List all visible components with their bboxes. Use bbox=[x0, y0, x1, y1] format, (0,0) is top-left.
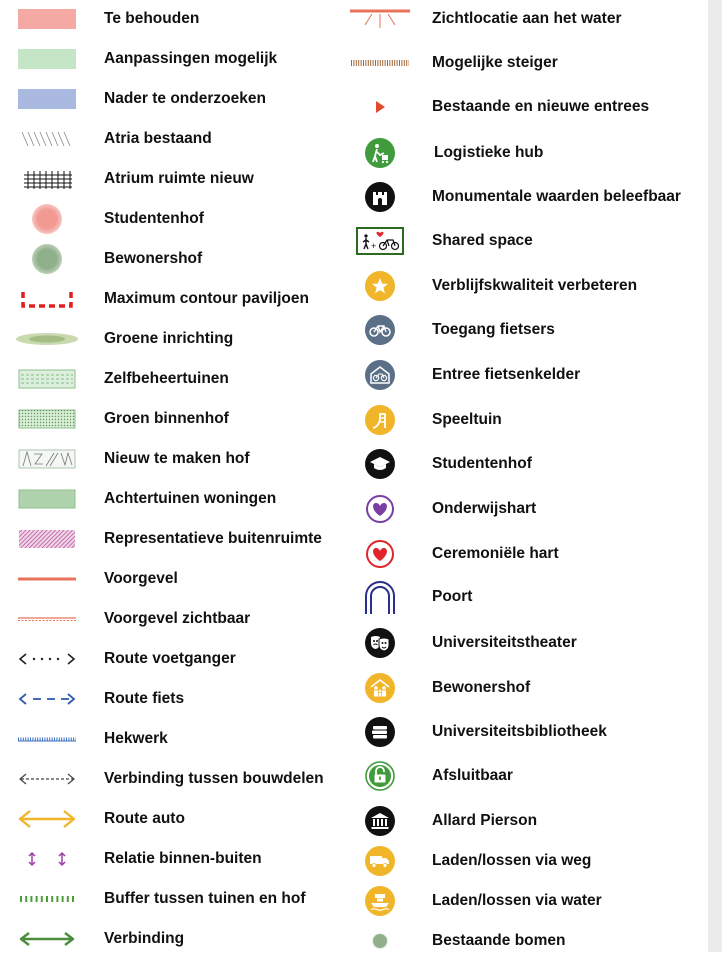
grid-hatch-swatch bbox=[15, 164, 79, 194]
dashed-blue-double-arrow bbox=[15, 684, 79, 714]
padlock-icon bbox=[340, 761, 420, 791]
dotted-double-arrow bbox=[15, 644, 79, 674]
blue-tick-line bbox=[15, 724, 79, 754]
dense-dotted-green-swatch bbox=[15, 484, 79, 514]
pink-glow-circle bbox=[15, 204, 79, 234]
entrance-triangle-icon bbox=[340, 92, 420, 122]
books-icon bbox=[340, 717, 420, 747]
double-orange-line bbox=[15, 604, 79, 634]
red-dashed-contour bbox=[15, 284, 79, 314]
jetty-stripes-symbol bbox=[340, 48, 420, 78]
green-ellipse-swatch bbox=[15, 324, 79, 354]
blue-area-swatch bbox=[15, 84, 79, 114]
diagonal-hatch-swatch bbox=[15, 124, 79, 154]
dashed-grey-double-arrow bbox=[15, 764, 79, 794]
museum-icon bbox=[340, 806, 420, 836]
view-rays-symbol bbox=[340, 4, 420, 34]
slide-icon bbox=[340, 405, 420, 435]
purple-vertical-arrows bbox=[15, 844, 79, 874]
boat-icon bbox=[340, 886, 420, 916]
worker-cart-icon bbox=[340, 138, 420, 168]
castle-icon bbox=[340, 182, 420, 212]
dashed-green-swatch bbox=[15, 364, 79, 394]
bicycle-icon bbox=[340, 315, 420, 345]
truck-icon bbox=[340, 846, 420, 876]
theater-masks-icon bbox=[340, 628, 420, 658]
green-double-arrow bbox=[15, 924, 79, 954]
right-edge-strip bbox=[708, 0, 722, 952]
yellow-double-arrow bbox=[15, 804, 79, 834]
purple-hatch-swatch bbox=[15, 524, 79, 554]
family-icon bbox=[340, 673, 420, 703]
bicycle-house-icon bbox=[340, 360, 420, 390]
star-icon bbox=[340, 271, 420, 301]
svg-text:+: + bbox=[371, 241, 376, 251]
arch-icon bbox=[340, 581, 420, 614]
green-glow-circle bbox=[15, 244, 79, 274]
heart-icon bbox=[340, 539, 420, 569]
green-tick-line bbox=[15, 884, 79, 914]
heart-icon bbox=[340, 494, 420, 524]
dotted-green-swatch bbox=[15, 404, 79, 434]
solid-orange-line bbox=[15, 564, 79, 594]
graduation-cap-icon bbox=[340, 449, 420, 479]
pedestrian-bike-icon: + bbox=[340, 226, 420, 256]
green-area-swatch bbox=[15, 44, 79, 74]
scribble-swatch bbox=[15, 444, 79, 474]
pink-area-swatch bbox=[15, 4, 79, 34]
